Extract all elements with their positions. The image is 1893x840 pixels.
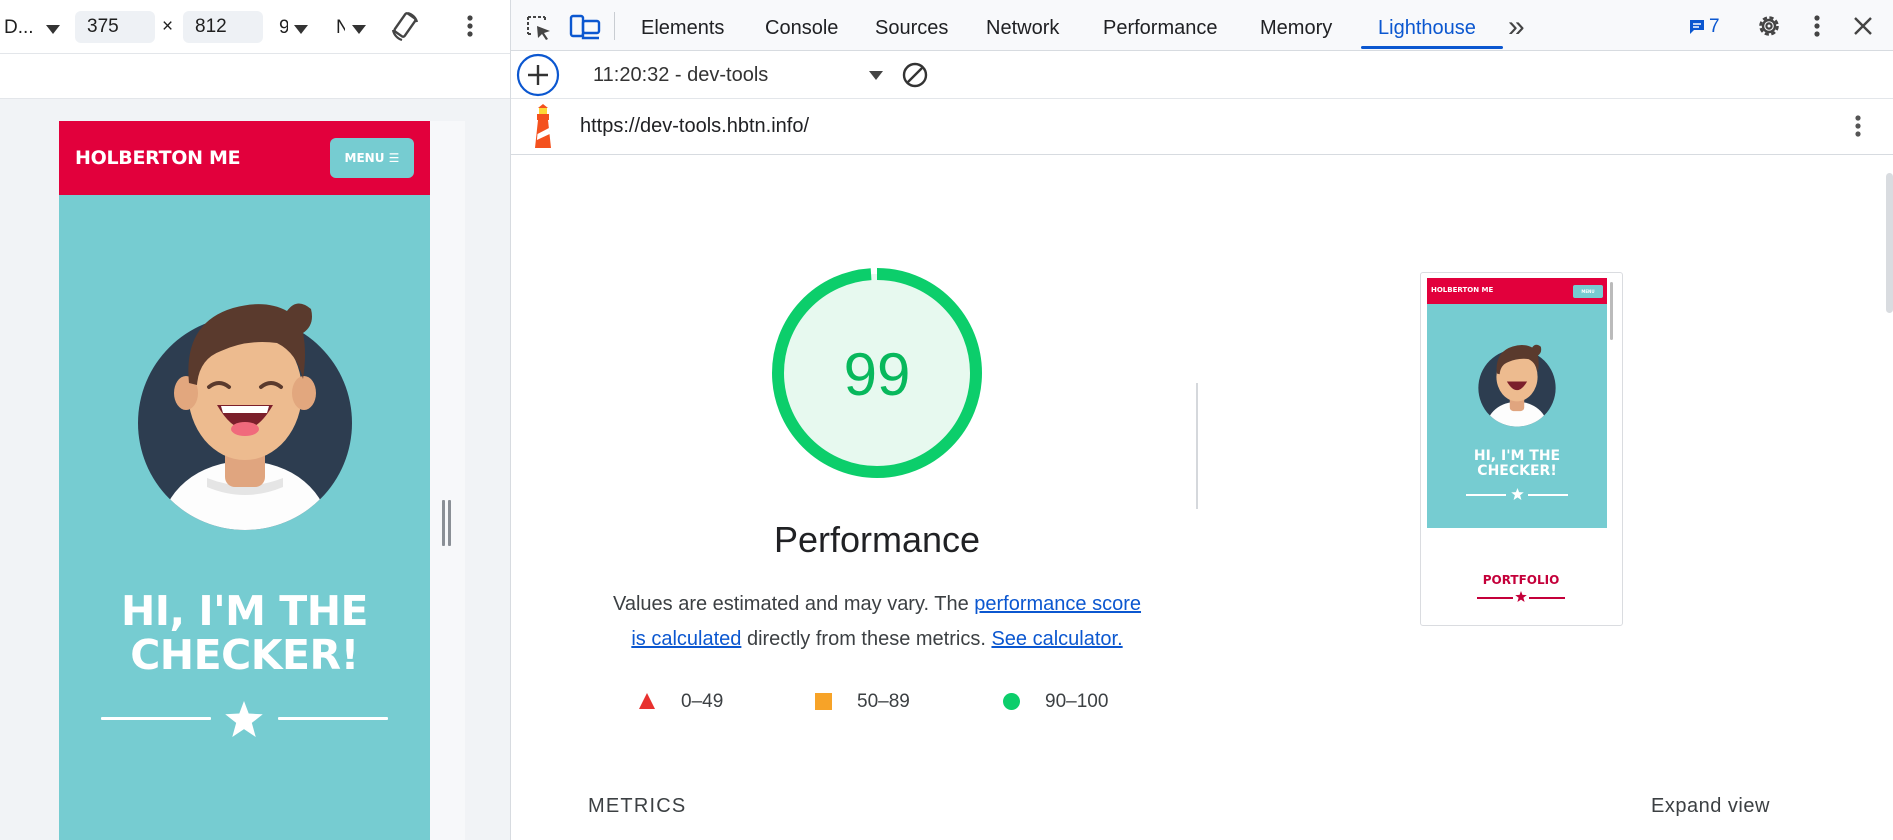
report-scrollbar[interactable] <box>1886 173 1893 313</box>
thumbnail-hero-line1: HI, I'M THE <box>1473 448 1561 464</box>
lighthouse-logo-icon <box>535 104 551 148</box>
thumbnail-scrollbar <box>1610 282 1613 340</box>
thumbnail-site-title: HOLBERTON ME <box>1431 286 1494 294</box>
metrics-heading: METRICS <box>588 795 687 817</box>
zoom-select[interactable]: 9 <box>279 17 288 39</box>
performance-score-link[interactable]: performance score <box>974 593 1141 615</box>
star-icon <box>225 701 263 737</box>
device-emulation-panel: D... 375 × 812 9 N HOLBERTON ME MENU ☰ H… <box>0 0 511 840</box>
chevron-down-icon[interactable] <box>352 25 366 34</box>
chevron-down-icon[interactable] <box>294 25 308 34</box>
thumbnail-section-line-right <box>1529 597 1565 599</box>
menu-label: MENU <box>344 151 385 165</box>
legend-average-range: 50–89 <box>857 691 910 712</box>
thumbnail-divider-left <box>1466 494 1506 496</box>
devtools-tabbar: Elements Console Sources Network Perform… <box>511 0 1893 51</box>
issues-count[interactable]: 7 <box>1709 16 1720 38</box>
report-url-bar: https://dev-tools.hbtn.info/ <box>511 99 1893 155</box>
width-input[interactable]: 375 <box>75 11 155 43</box>
site-title[interactable]: HOLBERTON ME <box>75 147 241 169</box>
resize-handle[interactable] <box>442 500 452 546</box>
toolbar-divider <box>614 12 615 40</box>
dimension-separator: × <box>162 16 174 37</box>
clear-reports-icon[interactable] <box>901 61 929 89</box>
legend-fail-range: 0–49 <box>681 691 724 712</box>
thumbnail-star-icon <box>1511 488 1524 500</box>
throttle-select[interactable]: N <box>336 17 345 39</box>
devtools-panel: Elements Console Sources Network Perform… <box>511 0 1893 840</box>
thumbnail-section-title: PORTFOLIO <box>1482 573 1560 587</box>
inspect-element-icon[interactable] <box>525 14 553 42</box>
final-screenshot-thumbnail[interactable]: HOLBERTON ME MENU HI, I'M THE CHECKER! P… <box>1420 272 1623 626</box>
menu-button[interactable]: MENU ☰ <box>330 138 414 178</box>
tab-sources[interactable]: Sources <box>875 17 948 40</box>
see-calculator-link[interactable]: See calculator. <box>991 628 1122 650</box>
thumbnail-hero-title: HI, I'M THE CHECKER! <box>1427 449 1607 479</box>
hero-title-line2: CHECKER! <box>130 631 359 679</box>
thumbnail-avatar <box>1478 344 1556 427</box>
hero-title: HI, I'M THE CHECKER! <box>59 589 430 677</box>
description-text-mid: directly from these metrics. <box>741 628 992 650</box>
tab-network[interactable]: Network <box>986 17 1059 40</box>
device-toolbar-strip <box>0 54 510 99</box>
lighthouse-report: 99 Performance Values are estimated and … <box>511 155 1893 840</box>
avatar <box>138 303 352 530</box>
description-text: Values are estimated and may vary. The <box>612 593 975 615</box>
report-url[interactable]: https://dev-tools.hbtn.info/ <box>580 115 809 138</box>
fail-triangle-icon <box>639 693 655 709</box>
settings-gear-icon[interactable] <box>1755 12 1783 40</box>
close-icon[interactable] <box>1853 16 1873 36</box>
tab-memory[interactable]: Memory <box>1260 17 1332 40</box>
thumbnail-menu-button: MENU <box>1573 285 1603 298</box>
thumbnail-page: HOLBERTON ME MENU HI, I'M THE CHECKER! <box>1427 278 1607 528</box>
category-title: Performance <box>773 519 981 560</box>
device-select[interactable]: D... <box>4 17 34 39</box>
chevron-down-icon[interactable] <box>46 25 60 34</box>
thumbnail-header: HOLBERTON ME MENU <box>1427 278 1607 304</box>
score-description: Values are estimated and may vary. The p… <box>576 587 1178 657</box>
site-header: HOLBERTON ME MENU ☰ <box>59 121 430 195</box>
device-toolbar-toggle-icon[interactable] <box>569 12 601 42</box>
tab-elements[interactable]: Elements <box>641 17 724 40</box>
score-value: 99 <box>844 341 911 408</box>
more-options-icon[interactable] <box>462 12 478 40</box>
active-tab-indicator <box>1361 46 1503 49</box>
pass-circle-icon <box>1003 693 1020 710</box>
thumbnail-divider-right <box>1528 494 1568 496</box>
rotate-icon[interactable] <box>388 10 422 44</box>
chevron-down-icon[interactable] <box>869 71 883 80</box>
expand-view-button[interactable]: Expand view <box>1651 795 1770 818</box>
divider-line-right <box>278 717 388 720</box>
tab-lighthouse[interactable]: Lighthouse <box>1378 17 1476 40</box>
thumbnail-hero-line2: CHECKER! <box>1477 463 1557 479</box>
new-report-plus-icon[interactable] <box>516 53 560 97</box>
thumbnail-section-line-left <box>1477 597 1513 599</box>
lighthouse-toolbar: 11:20:32 - dev-tools.hbtn.info <box>511 51 1893 99</box>
thumbnail-section-star-icon <box>1515 591 1527 602</box>
tab-performance[interactable]: Performance <box>1103 17 1218 40</box>
emulated-viewport[interactable]: HOLBERTON ME MENU ☰ HI, I'M THE CHECKER! <box>59 121 430 840</box>
tab-console[interactable]: Console <box>765 17 838 40</box>
average-square-icon <box>815 693 832 710</box>
hamburger-icon: ☰ <box>388 151 400 165</box>
hero-title-line1: HI, I'M THE <box>120 587 369 635</box>
more-tabs-icon[interactable]: » <box>1508 10 1525 44</box>
height-input[interactable]: 812 <box>183 11 263 43</box>
device-toolbar: D... 375 × 812 9 N <box>0 0 510 54</box>
score-gauge[interactable]: 99 <box>769 265 985 481</box>
report-selector[interactable]: 11:20:32 - dev-tools.hbtn.info <box>593 64 770 87</box>
more-options-icon[interactable] <box>1851 112 1865 140</box>
divider-line-left <box>101 717 211 720</box>
more-options-icon[interactable] <box>1810 12 1824 40</box>
performance-score-link-cont[interactable]: is calculated <box>631 628 741 650</box>
issues-icon[interactable] <box>1688 18 1706 36</box>
legend-pass-range: 90–100 <box>1045 691 1109 712</box>
viewport-scroll-gutter <box>430 121 465 840</box>
section-divider <box>1196 383 1198 509</box>
